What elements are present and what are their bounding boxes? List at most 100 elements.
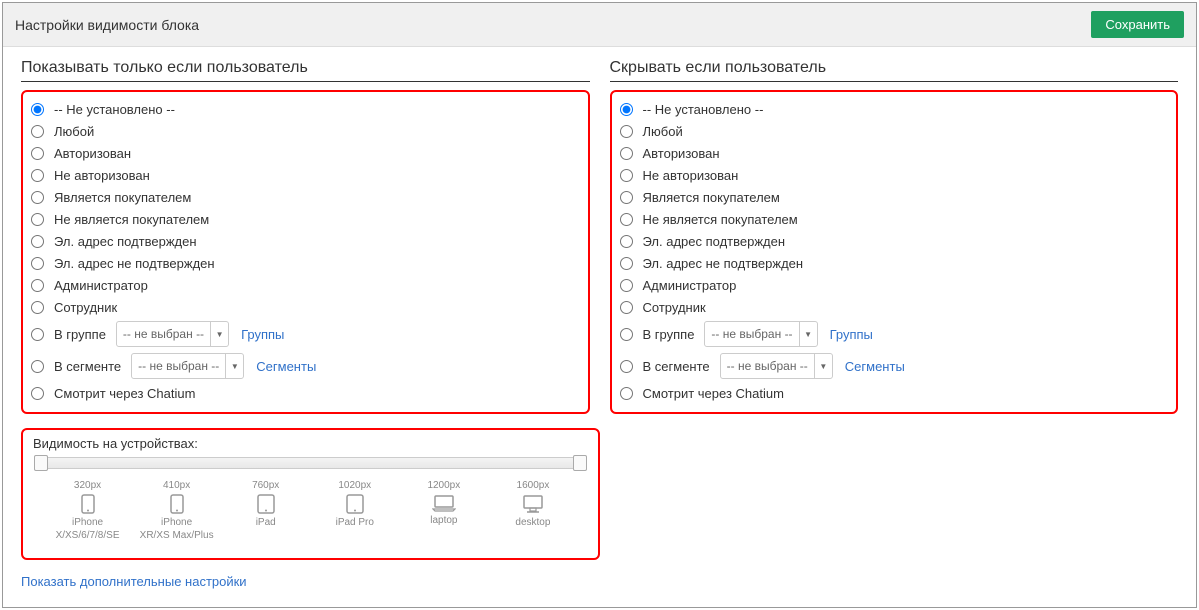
save-button[interactable]: Сохранить xyxy=(1091,11,1184,38)
hide-radio-label[interactable]: -- Не установлено -- xyxy=(643,102,764,117)
hide-radio-option[interactable] xyxy=(620,191,633,204)
device-px-label: 1600px xyxy=(488,479,577,492)
device-item: 320px iPhoneX/XS/6/7/8/SE xyxy=(43,479,132,542)
tablet-icon xyxy=(221,494,310,514)
tablet-icon xyxy=(310,494,399,514)
show-radio-label[interactable]: Эл. адрес подтвержден xyxy=(54,234,197,249)
show-chatium-label[interactable]: Смотрит через Chatium xyxy=(54,386,195,401)
hide-radio-label[interactable]: Является покупателем xyxy=(643,190,780,205)
hide-radio-label[interactable]: Эл. адрес не подтвержден xyxy=(643,256,804,271)
show-radio-label[interactable]: Сотрудник xyxy=(54,300,117,315)
show-section-title: Показывать только если пользователь xyxy=(21,59,590,82)
hide-segment-label[interactable]: В сегменте xyxy=(643,359,710,374)
device-item: 1200px laptop xyxy=(399,479,488,542)
show-box: -- Не установлено -- Любой Авторизован Не а… xyxy=(21,90,590,414)
device-px-label: 1020px xyxy=(310,479,399,492)
device-name-label: iPad Pro xyxy=(310,516,399,529)
hide-radio-option[interactable] xyxy=(620,103,633,116)
dialog-title: Настройки видимости блока xyxy=(15,17,199,33)
desktop-icon xyxy=(488,494,577,514)
hide-radio-label[interactable]: Администратор xyxy=(643,278,737,293)
device-item: 1600px desktop xyxy=(488,479,577,542)
hide-radio-group[interactable] xyxy=(620,328,633,341)
caret-down-icon: ▼ xyxy=(799,321,817,347)
device-item: 760px iPad xyxy=(221,479,310,542)
device-item: 1020px iPad Pro xyxy=(310,479,399,542)
show-radio-label[interactable]: Авторизован xyxy=(54,146,131,161)
laptop-icon xyxy=(399,494,488,512)
hide-radio-label[interactable]: Сотрудник xyxy=(643,300,706,315)
show-radio-label[interactable]: Не является покупателем xyxy=(54,212,209,227)
show-radio-option[interactable] xyxy=(31,301,44,314)
devices-box: Видимость на устройствах: 320px iPhoneX/X… xyxy=(21,428,600,560)
device-name-label: laptop xyxy=(399,514,488,527)
show-radio-label[interactable]: Является покупателем xyxy=(54,190,191,205)
hide-radio-option[interactable] xyxy=(620,147,633,160)
hide-groups-link[interactable]: Группы xyxy=(830,327,873,342)
devices-title: Видимость на устройствах: xyxy=(33,436,588,451)
device-name-label: iPad xyxy=(221,516,310,529)
show-radio-option[interactable] xyxy=(31,213,44,226)
show-radio-label[interactable]: Не авторизован xyxy=(54,168,150,183)
hide-radio-option[interactable] xyxy=(620,125,633,138)
hide-radio-option[interactable] xyxy=(620,257,633,270)
phone-icon xyxy=(132,494,221,514)
show-radio-label[interactable]: Эл. адрес не подтвержден xyxy=(54,256,215,271)
hide-segment-select[interactable]: -- не выбран -- ▼ xyxy=(720,353,833,379)
hide-radio-segment[interactable] xyxy=(620,360,633,373)
phone-icon xyxy=(43,494,132,514)
show-radio-option[interactable] xyxy=(31,235,44,248)
hide-radio-label[interactable]: Не авторизован xyxy=(643,168,739,183)
caret-down-icon: ▼ xyxy=(210,321,228,347)
show-radio-label[interactable]: Любой xyxy=(54,124,94,139)
show-radio-option[interactable] xyxy=(31,103,44,116)
show-radio-option[interactable] xyxy=(31,147,44,160)
caret-down-icon: ▼ xyxy=(814,353,832,379)
show-group-label[interactable]: В группе xyxy=(54,327,106,342)
hide-radio-option[interactable] xyxy=(620,169,633,182)
show-radio-option[interactable] xyxy=(31,169,44,182)
slider-handle-left[interactable] xyxy=(34,455,48,471)
show-radio-option[interactable] xyxy=(31,191,44,204)
hide-radio-label[interactable]: Не является покупателем xyxy=(643,212,798,227)
hide-radio-label[interactable]: Эл. адрес подтвержден xyxy=(643,234,786,249)
hide-box: -- Не установлено -- Любой Авторизован Не а… xyxy=(610,90,1179,414)
device-px-label: 760px xyxy=(221,479,310,492)
device-name-label: iPhoneX/XS/6/7/8/SE xyxy=(43,516,132,542)
show-groups-link[interactable]: Группы xyxy=(241,327,284,342)
hide-radio-option[interactable] xyxy=(620,301,633,314)
show-radio-chatium[interactable] xyxy=(31,387,44,400)
device-name-label: desktop xyxy=(488,516,577,529)
hide-radio-option[interactable] xyxy=(620,279,633,292)
show-radio-option[interactable] xyxy=(31,125,44,138)
hide-radio-option[interactable] xyxy=(620,213,633,226)
show-segment-label[interactable]: В сегменте xyxy=(54,359,121,374)
hide-radio-option[interactable] xyxy=(620,235,633,248)
show-group-select[interactable]: -- не выбран -- ▼ xyxy=(116,321,229,347)
hide-segments-link[interactable]: Сегменты xyxy=(845,359,905,374)
show-radio-label[interactable]: -- Не установлено -- xyxy=(54,102,175,117)
caret-down-icon: ▼ xyxy=(225,353,243,379)
device-range-slider[interactable] xyxy=(37,457,584,469)
slider-handle-right[interactable] xyxy=(573,455,587,471)
device-px-label: 320px xyxy=(43,479,132,492)
show-radio-segment[interactable] xyxy=(31,360,44,373)
hide-chatium-label[interactable]: Смотрит через Chatium xyxy=(643,386,784,401)
device-px-label: 1200px xyxy=(399,479,488,492)
show-more-settings-link[interactable]: Показать дополнительные настройки xyxy=(21,574,247,589)
hide-radio-label[interactable]: Любой xyxy=(643,124,683,139)
show-radio-group[interactable] xyxy=(31,328,44,341)
hide-group-label[interactable]: В группе xyxy=(643,327,695,342)
device-item: 410px iPhoneXR/XS Max/Plus xyxy=(132,479,221,542)
show-radio-option[interactable] xyxy=(31,279,44,292)
device-px-label: 410px xyxy=(132,479,221,492)
device-name-label: iPhoneXR/XS Max/Plus xyxy=(132,516,221,542)
hide-group-select[interactable]: -- не выбран -- ▼ xyxy=(704,321,817,347)
hide-radio-chatium[interactable] xyxy=(620,387,633,400)
show-radio-option[interactable] xyxy=(31,257,44,270)
show-segments-link[interactable]: Сегменты xyxy=(256,359,316,374)
hide-section-title: Скрывать если пользователь xyxy=(610,59,1179,82)
hide-radio-label[interactable]: Авторизован xyxy=(643,146,720,161)
show-segment-select[interactable]: -- не выбран -- ▼ xyxy=(131,353,244,379)
show-radio-label[interactable]: Администратор xyxy=(54,278,148,293)
